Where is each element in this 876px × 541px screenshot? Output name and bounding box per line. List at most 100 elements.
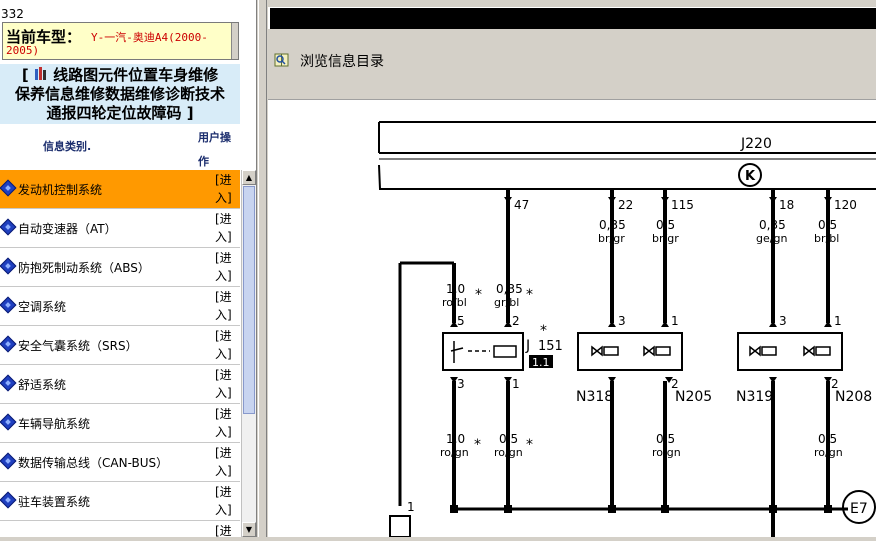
enter-link[interactable]: [进 入] (215, 288, 237, 324)
column-header-action: 用户操 作 (198, 126, 238, 174)
nav-link-group-2[interactable]: 保养信息维修数据维修诊断技术 (0, 85, 240, 104)
wire-color: ro/gn (652, 446, 681, 459)
wire-size: 0,5 (818, 432, 837, 446)
enter-link[interactable]: [进 入] (215, 171, 237, 207)
list-item-label[interactable]: 发动机控制系统 (18, 181, 102, 198)
asterisk: * (540, 323, 547, 339)
enter-link[interactable]: [进 入] (215, 405, 237, 441)
list-item[interactable]: 自动变速器（AT） [进 入] (0, 209, 240, 248)
list-scrollbar[interactable]: ▲ ▼ (241, 170, 256, 537)
pane-splitter[interactable] (258, 0, 267, 537)
diamond-bullet-icon (0, 452, 17, 470)
pin-1: 1 (834, 314, 842, 328)
car-value: Y-一汽-奥迪A4(2000- (91, 31, 208, 44)
label-j151-box: 1.1 (532, 356, 550, 369)
wiring-diagram-svg: J220 K 47 22 115 18 120 0,35 br/gr 0,5 b… (378, 121, 876, 538)
current-car-box: 当前车型： Y-一汽-奥迪A4(2000- 2005) (2, 22, 239, 60)
diamond-bullet-icon (0, 374, 17, 392)
pin-3: 3 (618, 314, 626, 328)
wire-size: 1,0 (446, 282, 465, 296)
scrollbar-thumb[interactable] (243, 186, 255, 414)
books-icon (34, 67, 48, 81)
enter-link[interactable]: [进 入] (215, 483, 237, 519)
car-box-scrollbar[interactable] (231, 23, 238, 59)
list-item-label[interactable]: 安全气囊系统（SRS） (18, 337, 138, 354)
pin-3: 3 (457, 377, 465, 391)
asterisk: * (526, 437, 533, 453)
pin-120: 120 (834, 198, 857, 212)
wire-color: br/gr (598, 232, 625, 245)
asterisk: * (474, 437, 481, 453)
pin-3: 3 (779, 314, 787, 328)
right-panel: 浏览信息目录 J220 K 47 22 115 18 120 0,35 br/g… (268, 0, 876, 538)
asterisk: * (526, 287, 533, 303)
label-j220: J220 (740, 136, 772, 152)
bracket-close: ] (186, 104, 194, 122)
nav-link-group-1[interactable]: 线路图元件位置车身维修 (53, 66, 218, 84)
list-item[interactable]: 数据传输总线（CAN-BUS） [进 入] (0, 443, 240, 482)
list-item[interactable]: 驻车装置系统 [进 入] (0, 482, 240, 521)
enter-link[interactable]: [进 入] (215, 444, 237, 480)
list-item[interactable]: 发动机控制系统 [进 入] (0, 170, 240, 209)
enter-link[interactable]: [进 入] (215, 249, 237, 285)
wire-color: br/bl (814, 232, 839, 245)
bracket-open: [ (21, 66, 29, 84)
pin-2: 2 (512, 314, 520, 328)
list-item-label[interactable]: 车辆导航系统 (18, 415, 90, 432)
action-header-line1: 用户操 (198, 131, 231, 144)
browse-directory-link[interactable]: 浏览信息目录 (300, 51, 384, 71)
pin-1: 1 (407, 500, 415, 514)
list-item-label[interactable]: 数据传输总线（CAN-BUS） (18, 454, 168, 471)
list-item[interactable]: 车辆导航系统 [进 入] (0, 404, 240, 443)
magnifier-book-icon[interactable] (274, 52, 290, 67)
list-item[interactable]: 安全气囊系统（SRS） [进 入] (0, 326, 240, 365)
list-item-label[interactable]: 驻车装置系统 (18, 493, 90, 510)
enter-link[interactable]: [进 入] (215, 210, 237, 246)
diamond-bullet-icon (0, 296, 17, 314)
diamond-bullet-icon (0, 257, 17, 275)
list-item[interactable]: 防抱死制动系统（ABS） [进 入] (0, 248, 240, 287)
wire-color: ge/gn (756, 232, 787, 245)
diamond-bullet-icon (0, 179, 17, 197)
list-item[interactable]: 空调系统 [进 入] (0, 287, 240, 326)
label-n208: N208 (835, 389, 872, 405)
label-j151-num: 151 (538, 339, 563, 354)
wiring-diagram: J220 K 47 22 115 18 120 0,35 br/gr 0,5 b… (268, 101, 876, 538)
diamond-bullet-icon (0, 218, 17, 236)
label-n319: N319 (736, 389, 773, 405)
list-item[interactable]: 舒适系统 [进 入] (0, 365, 240, 404)
enter-link[interactable]: [进 入] (215, 327, 237, 363)
pin-47: 47 (514, 198, 529, 212)
label-n318: N318 (576, 389, 613, 405)
pin-5: 5 (457, 314, 465, 328)
wire-size: 0,5 (656, 218, 675, 232)
scroll-up-arrow-icon[interactable]: ▲ (242, 170, 256, 185)
diamond-bullet-icon (0, 335, 17, 353)
asterisk: * (475, 287, 482, 303)
wire-size: 0,35 (599, 218, 626, 232)
list-item-label[interactable]: 舒适系统 (18, 376, 66, 393)
list-item[interactable]: [进 (0, 521, 240, 537)
wire-size: 0,5 (499, 432, 518, 446)
car-value-cont: 2005) (6, 44, 40, 57)
pin-22: 22 (618, 198, 633, 212)
wire-color: ro/bl (442, 296, 467, 309)
wire-size: 0,35 (759, 218, 786, 232)
enter-link[interactable]: [进 (215, 522, 237, 537)
wire-color: ro/gn (814, 446, 843, 459)
scroll-down-arrow-icon[interactable]: ▼ (242, 522, 256, 537)
label-e7: E7 (850, 501, 868, 517)
top-strip (268, 0, 876, 7)
list-item-label[interactable]: 自动变速器（AT） (18, 220, 117, 237)
enter-link[interactable]: [进 入] (215, 366, 237, 402)
wire-color: gr/bl (494, 296, 519, 309)
pin-115: 115 (671, 198, 694, 212)
pin-1: 1 (512, 377, 520, 391)
list-item-label[interactable]: 空调系统 (18, 298, 66, 315)
list-item-label[interactable]: 防抱死制动系统（ABS） (18, 259, 150, 276)
column-header-category: 信息类别. (43, 140, 92, 153)
nav-link-group-3[interactable]: 通报四轮定位故障码 (46, 104, 181, 122)
label-n205: N205 (675, 389, 712, 405)
label-j151: J (525, 338, 530, 354)
rail-bottom (378, 164, 876, 190)
